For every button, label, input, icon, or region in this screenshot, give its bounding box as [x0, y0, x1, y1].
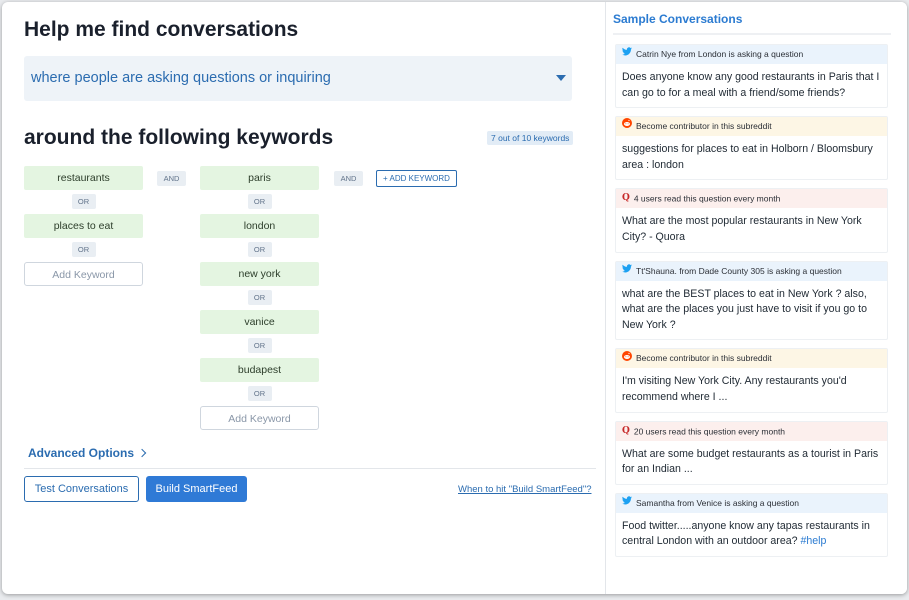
- keyword-chip[interactable]: budapest: [200, 358, 319, 382]
- conversation-card[interactable]: Q4 users read this question every month W…: [615, 188, 888, 253]
- conversation-card-meta: 20 users read this question every month: [633, 425, 786, 436]
- or-label: OR: [247, 194, 272, 209]
- reddit-icon: [622, 349, 632, 367]
- conversation-text: What are the most popular restaurants in…: [622, 215, 862, 243]
- conversation-card-header: Q4 users read this question every month: [616, 189, 887, 209]
- keyword-group-2: paris OR london OR new york OR vanice OR…: [200, 166, 319, 430]
- builder-panel: Help me find conversations where people …: [2, 2, 605, 594]
- chevron-right-icon: [138, 448, 147, 458]
- divider: [613, 33, 891, 35]
- caret-down-icon: [556, 75, 566, 81]
- keyword-chip[interactable]: new york: [200, 262, 319, 286]
- conversation-card[interactable]: Samantha from Venice is asking a questio…: [615, 492, 888, 557]
- conversation-card-meta: Catrin Nye from London is asking a quest…: [636, 49, 804, 59]
- conversation-card[interactable]: Tt'Shauna. from Dade County 305 is askin…: [615, 260, 888, 341]
- or-label: OR: [247, 338, 272, 353]
- keywords-title: around the following keywords: [24, 126, 334, 149]
- page-title: Help me find conversations: [24, 18, 299, 41]
- quora-icon: Q: [622, 193, 630, 204]
- or-label: OR: [247, 242, 272, 257]
- conversation-card-text: What are some budget restaurants as a to…: [616, 441, 887, 484]
- conversation-text: What are some budget restaurants as a to…: [622, 447, 879, 476]
- conversation-text: suggestions for places to eat in Holborn…: [622, 143, 873, 171]
- conversation-text: I'm visiting New York City. Any restaura…: [622, 375, 847, 403]
- add-keyword-input[interactable]: Add Keyword: [24, 262, 143, 286]
- conversation-card-text: Does anyone know any good restaurants in…: [616, 64, 887, 107]
- conversation-card-meta: Become contributor in this subreddit: [636, 121, 772, 132]
- advanced-options-label: Advanced Options: [28, 446, 135, 460]
- sample-list: Catrin Nye from London is asking a quest…: [615, 44, 888, 565]
- twitter-icon: [622, 45, 632, 63]
- conversation-text: what are the BEST places to eat in New Y…: [622, 287, 867, 331]
- conversation-card-header: Become contributor in this subreddit: [616, 349, 887, 369]
- conversation-card[interactable]: Become contributor in this subreddit sugg…: [615, 116, 888, 181]
- keyword-count-badge: 7 out of 10 keywords: [487, 131, 574, 145]
- sample-conversations-panel: Sample Conversations Catrin Nye from Lon…: [605, 2, 907, 594]
- build-help-link[interactable]: When to hit "Build SmartFeed"?: [458, 484, 591, 495]
- conversation-card-meta: 4 users read this question every month: [633, 193, 781, 204]
- and-label: AND: [334, 171, 363, 186]
- or-label: OR: [71, 194, 96, 209]
- conversation-card-meta: Become contributor in this subreddit: [636, 353, 772, 364]
- twitter-icon: [622, 262, 632, 280]
- and-label: AND: [157, 171, 186, 186]
- app-window: Help me find conversations where people …: [2, 2, 907, 594]
- conversation-card-meta: Tt'Shauna. from Dade County 305 is askin…: [636, 265, 842, 276]
- or-label: OR: [71, 242, 96, 257]
- or-label: OR: [247, 386, 272, 401]
- keyword-chip[interactable]: restaurants: [24, 166, 143, 190]
- conversation-text: Does anyone know any good restaurants in…: [622, 71, 880, 99]
- conversation-card-header: Catrin Nye from London is asking a quest…: [616, 45, 887, 64]
- keyword-chip[interactable]: vanice: [200, 310, 319, 334]
- intent-select[interactable]: where people are asking questions or inq…: [24, 56, 572, 101]
- sample-title: Sample Conversations: [613, 12, 743, 26]
- keyword-chip[interactable]: london: [200, 214, 319, 238]
- build-smartfeed-button[interactable]: Build SmartFeed: [146, 476, 247, 502]
- keyword-chip[interactable]: paris: [200, 166, 319, 190]
- test-conversations-button[interactable]: Test Conversations: [24, 476, 139, 502]
- conversation-card-header: Q 20 users read this question every month: [616, 421, 887, 441]
- conversation-card-text: I'm visiting New York City. Any restaura…: [616, 368, 887, 411]
- add-keyword-group-button[interactable]: + ADD KEYWORD: [376, 170, 457, 187]
- conversation-card-text: What are the most popular restaurants in…: [616, 208, 887, 251]
- twitter-icon: [622, 494, 632, 512]
- reddit-icon: [622, 117, 632, 135]
- keyword-group-1: restaurants OR places to eat OR Add Keyw…: [24, 166, 143, 286]
- conversation-text: Food twitter.....anyone know any tapas r…: [622, 519, 870, 548]
- conversation-card-text: what are the BEST places to eat in New Y…: [616, 281, 887, 340]
- conversation-card-header: Tt'Shauna. from Dade County 305 is askin…: [616, 261, 887, 281]
- conversation-card-text: Food twitter.....anyone know any tapas r…: [616, 513, 887, 556]
- conversation-card[interactable]: Become contributor in this subreddit I'm …: [615, 348, 888, 413]
- conversation-card-header: Samantha from Venice is asking a questio…: [616, 493, 887, 513]
- keyword-chip[interactable]: places to eat: [24, 214, 143, 238]
- conversation-card[interactable]: Catrin Nye from London is asking a quest…: [615, 44, 888, 109]
- conversation-card[interactable]: Q 20 users read this question every month…: [615, 420, 888, 485]
- or-label: OR: [247, 290, 272, 305]
- conversation-card-meta: Samantha from Venice is asking a questio…: [636, 497, 800, 508]
- quora-icon: Q: [622, 425, 630, 436]
- conversation-card-header: Become contributor in this subreddit: [616, 117, 887, 137]
- hashtag-link[interactable]: #help: [800, 535, 826, 547]
- conversation-card-text: suggestions for places to eat in Holborn…: [616, 136, 887, 179]
- advanced-options-link[interactable]: Advanced Options: [28, 446, 147, 460]
- divider: [24, 468, 596, 469]
- intent-select-value: where people are asking questions or inq…: [31, 70, 331, 86]
- add-keyword-input[interactable]: Add Keyword: [200, 406, 319, 430]
